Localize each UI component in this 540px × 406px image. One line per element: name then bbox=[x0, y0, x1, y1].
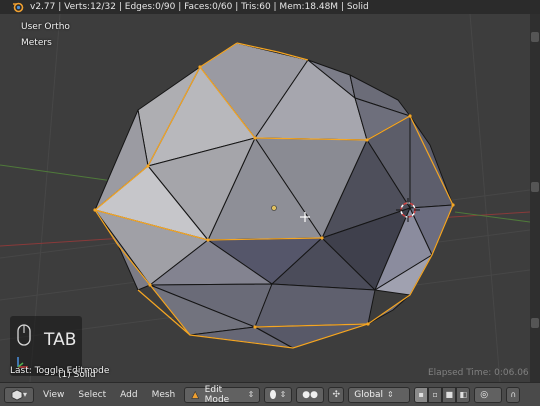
orientation-label: Global bbox=[354, 389, 383, 400]
proportional-edit-selector[interactable]: ◎ bbox=[474, 386, 503, 403]
manipulator-toggle[interactable]: ✣ bbox=[328, 386, 345, 403]
blender-window: v2.77 | Verts:12/32 | Edges:0/90 | Faces… bbox=[0, 0, 540, 406]
info-bar: v2.77 | Verts:12/32 | Edges:0/90 | Faces… bbox=[0, 0, 540, 14]
panel-tab[interactable] bbox=[531, 182, 539, 192]
magnet-icon: ∩ bbox=[510, 390, 517, 399]
chevron-down-icon: ▾ bbox=[22, 390, 27, 399]
chevron-icon: ⇕ bbox=[247, 390, 255, 399]
elapsed-time: Elapsed Time: 0:06.06 bbox=[428, 368, 529, 378]
edge-select-icon: ▫ bbox=[432, 390, 438, 399]
edit-mode-icon bbox=[191, 390, 200, 399]
solid-shading-icon bbox=[270, 390, 276, 399]
unit-label: Meters bbox=[21, 38, 52, 48]
occlude-icon: ◧ bbox=[459, 390, 468, 399]
vertex-select-icon: ▪ bbox=[418, 390, 424, 399]
pivot-point bbox=[271, 205, 277, 211]
y-axis-line-right bbox=[454, 211, 530, 223]
edge-select-button[interactable]: ▫ bbox=[428, 386, 443, 403]
3d-viewport[interactable]: User Ortho Meters TAB Last: Toggle Editm… bbox=[0, 14, 530, 382]
select-mode-buttons: ▪ ▫ ■ ◧ bbox=[414, 386, 471, 403]
chevron-icon: ⇕ bbox=[279, 390, 287, 399]
y-axis-line bbox=[0, 164, 121, 183]
blender-logo-icon bbox=[13, 2, 24, 13]
mouse-icon bbox=[17, 324, 31, 346]
menu-mesh[interactable]: Mesh bbox=[147, 390, 181, 400]
mode-selector[interactable]: Edit Mode ⇕ bbox=[184, 384, 261, 405]
occlude-geometry-button[interactable]: ◧ bbox=[456, 386, 471, 403]
transform-icon: ✣ bbox=[332, 389, 341, 400]
vertex-select-button[interactable]: ▪ bbox=[414, 386, 429, 403]
panel-tab[interactable] bbox=[531, 318, 539, 328]
orientation-selector[interactable]: Global ⇕ bbox=[348, 386, 411, 403]
cube-icon bbox=[11, 389, 23, 400]
view-name: User Ortho bbox=[21, 22, 70, 32]
face-select-button[interactable]: ■ bbox=[442, 386, 457, 403]
3d-view-header: ▾ View Select Add Mesh Edit Mode ⇕ ⇕ ●● … bbox=[0, 382, 540, 406]
menu-view[interactable]: View bbox=[38, 390, 69, 400]
editor-type-button[interactable]: ▾ bbox=[4, 386, 34, 403]
toolshelf-edge[interactable] bbox=[530, 14, 540, 382]
chevron-icon: ⇕ bbox=[386, 390, 394, 399]
panel-tab[interactable] bbox=[531, 32, 539, 42]
mode-label: Edit Mode bbox=[204, 384, 230, 405]
menu-select[interactable]: Select bbox=[73, 390, 111, 400]
menu-add[interactable]: Add bbox=[115, 390, 142, 400]
face-select-icon: ■ bbox=[445, 390, 454, 399]
pivot-selector[interactable]: ●● bbox=[296, 386, 325, 403]
pivot-icon: ●● bbox=[302, 389, 318, 400]
snap-toggle[interactable]: ∩ bbox=[506, 386, 521, 403]
scene-stats: v2.77 | Verts:12/32 | Edges:0/90 | Faces… bbox=[30, 2, 369, 12]
pressed-key: TAB bbox=[44, 330, 77, 350]
viewport-shading-selector[interactable]: ⇕ bbox=[264, 386, 293, 403]
object-name: (1) Solid bbox=[58, 370, 96, 380]
proportional-edit-icon: ◎ bbox=[480, 389, 489, 400]
